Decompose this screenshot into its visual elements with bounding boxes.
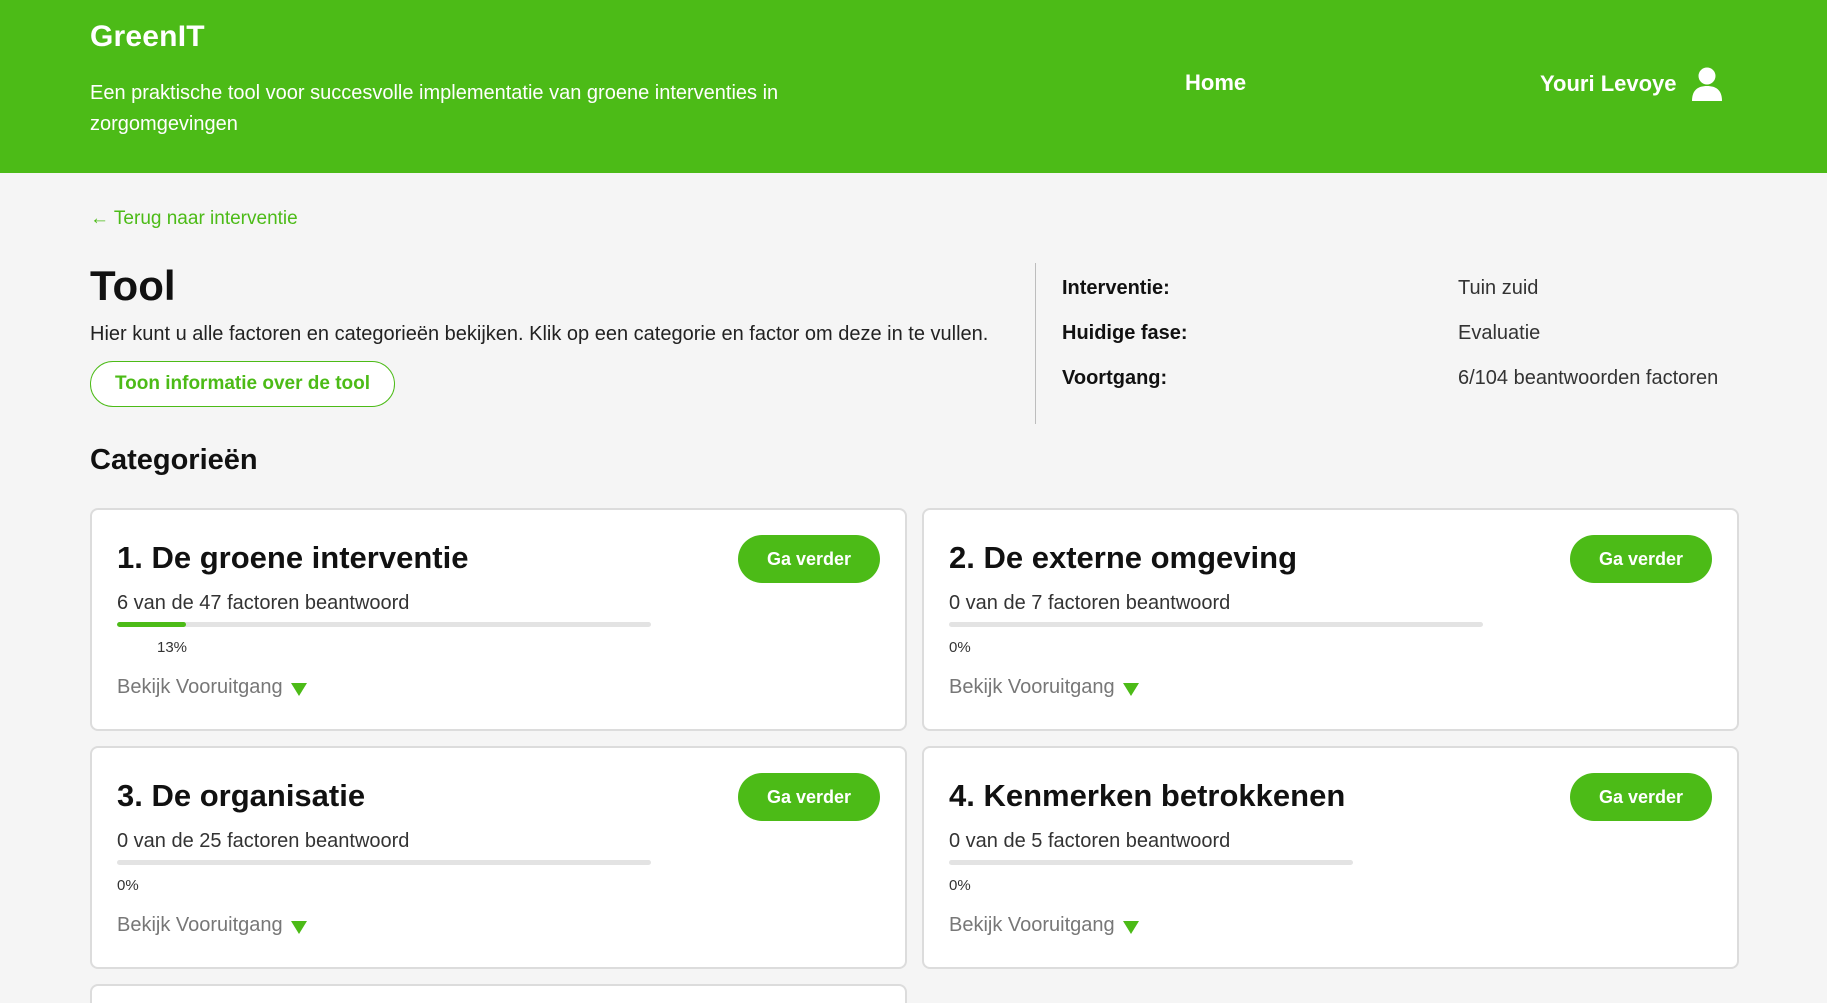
user-name: Youri Levoye [1540, 71, 1677, 96]
app-header: GreenIT Een praktische tool voor succesv… [0, 0, 1827, 173]
category-title: 2. De externe omgeving [949, 540, 1298, 575]
category-title: 4. Kenmerken betrokkenen [949, 778, 1346, 813]
meta-interventie-label: Interventie: [1062, 277, 1170, 299]
caret-down-icon [1122, 920, 1139, 934]
nav-home-link[interactable]: Home [1185, 70, 1246, 96]
continue-button[interactable]: Ga verder [738, 535, 880, 583]
category-card-3: 3. De organisatie Ga verder 0 van de 25 … [90, 746, 907, 969]
brand-tagline: Een praktische tool voor succesvolle imp… [90, 82, 779, 135]
caret-down-icon [290, 920, 307, 934]
view-progress-toggle[interactable]: Bekijk Vooruitgang [117, 914, 307, 937]
continue-button[interactable]: Ga verder [1570, 535, 1712, 583]
category-card-4: 4. Kenmerken betrokkenen Ga verder 0 van… [922, 746, 1739, 969]
category-count: 0 van de 7 factoren beantwoord [949, 592, 1231, 614]
progress-percent: 13% [157, 639, 188, 656]
progress-percent: 0% [949, 877, 971, 894]
progress-bar [117, 622, 651, 627]
progress-percent: 0% [117, 877, 139, 894]
meta-fase-label: Huidige fase: [1062, 322, 1188, 344]
continue-button[interactable]: Ga verder [1570, 773, 1712, 821]
category-count: 0 van de 25 factoren beantwoord [117, 830, 410, 852]
view-progress-toggle[interactable]: Bekijk Vooruitgang [949, 676, 1139, 699]
meta-fase-value: Evaluatie [1458, 322, 1541, 344]
category-title: 1. De groene interventie [117, 540, 469, 575]
view-progress-label: Bekijk Vooruitgang [949, 914, 1115, 936]
view-progress-toggle[interactable]: Bekijk Vooruitgang [117, 676, 307, 699]
meta-interventie-value: Tuin zuid [1458, 277, 1539, 299]
meta-voortgang-value: 6/104 beantwoorden factoren [1458, 367, 1719, 389]
user-icon [1691, 67, 1722, 101]
categories-title: Categorieën [90, 444, 258, 476]
category-title: 3. De organisatie [117, 778, 366, 813]
meta-divider [1035, 263, 1036, 424]
continue-button[interactable]: Ga verder [738, 773, 880, 821]
progress-fill [117, 622, 187, 627]
view-progress-label: Bekijk Vooruitgang [949, 676, 1115, 698]
progress-percent: 0% [949, 639, 971, 656]
view-progress-toggle[interactable]: Bekijk Vooruitgang [949, 914, 1139, 937]
category-card-1: 1. De groene interventie Ga verder 6 van… [90, 508, 907, 731]
category-count: 0 van de 5 factoren beantwoord [949, 830, 1231, 852]
progress-bar [117, 860, 651, 865]
caret-down-icon [290, 682, 307, 696]
page-intro: Hier kunt u alle factoren en categorieën… [90, 323, 989, 345]
category-card-2: 2. De externe omgeving Ga verder 0 van d… [922, 508, 1739, 731]
progress-bar [949, 860, 1353, 865]
view-progress-label: Bekijk Vooruitgang [117, 676, 283, 698]
progress-bar [949, 622, 1483, 627]
page-title: Tool [90, 262, 176, 309]
meta-voortgang-label: Voortgang: [1062, 367, 1168, 389]
category-count: 6 van de 47 factoren beantwoord [117, 592, 410, 614]
caret-down-icon [1122, 682, 1139, 696]
user-menu[interactable]: Youri Levoye [1540, 66, 1723, 102]
view-progress-label: Bekijk Vooruitgang [117, 914, 283, 936]
back-to-intervention-link[interactable]: ← Terug naar interventie [90, 208, 298, 230]
brand-logo[interactable]: GreenIT [90, 20, 205, 54]
tool-info-button[interactable]: Toon informatie over de tool [90, 361, 395, 407]
category-card-5 [90, 984, 907, 1003]
